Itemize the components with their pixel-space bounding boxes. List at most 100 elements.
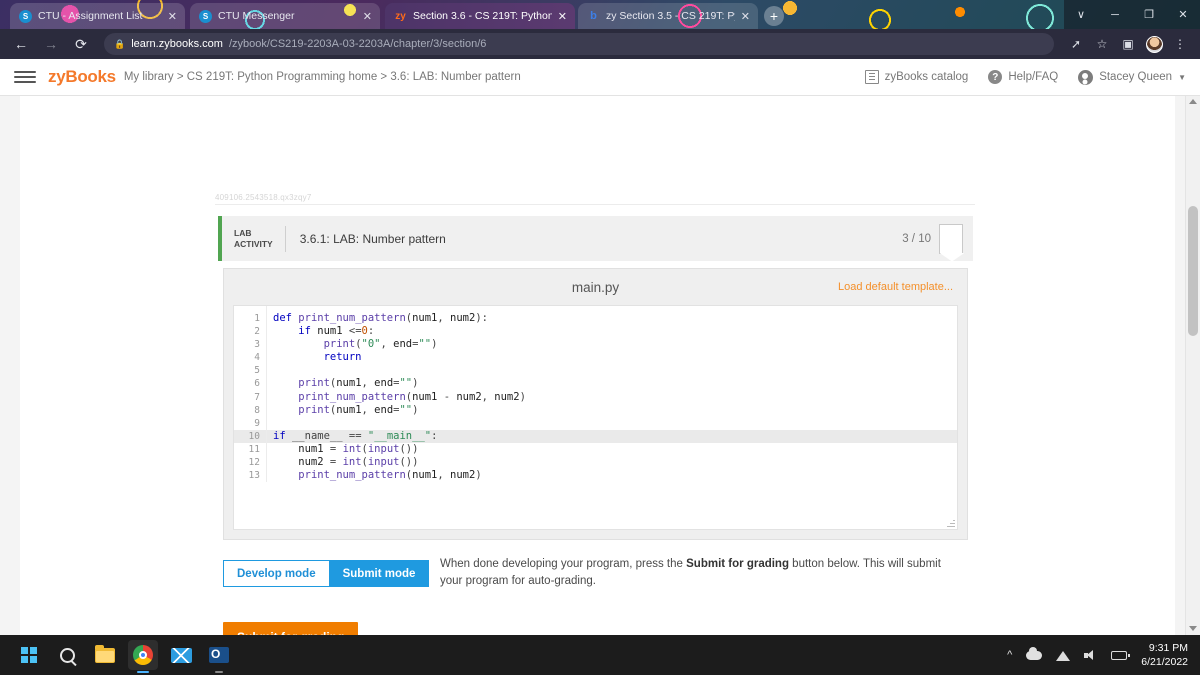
start-icon[interactable]: [14, 640, 44, 670]
line-number: 6: [254, 378, 260, 390]
zybooks-logo[interactable]: zyBooks: [48, 67, 116, 87]
wifi-icon[interactable]: [1056, 650, 1071, 661]
catalog-label: zyBooks catalog: [884, 71, 969, 83]
onedrive-icon[interactable]: [1026, 646, 1043, 660]
develop-mode-button[interactable]: Develop mode: [223, 560, 329, 587]
code-lines[interactable]: def print_num_pattern(num1, num2): if nu…: [267, 306, 957, 482]
scroll-down-arrow-icon[interactable]: [1189, 626, 1197, 631]
browser-tab-1[interactable]: S CTU Messenger ✕: [190, 3, 380, 29]
help-faq-link[interactable]: ? Help/FAQ: [988, 70, 1058, 84]
code-line[interactable]: print_num_pattern(num1, num2): [267, 469, 957, 482]
code-editor-panel: main.py Load default template... 1234567…: [223, 268, 968, 540]
page-viewport: zyBooks My library > CS 219T: Python Pro…: [0, 59, 1200, 635]
user-menu[interactable]: Stacey Queen ▼: [1078, 69, 1186, 85]
line-number: 8: [254, 404, 260, 416]
windows-taskbar: ^ 9:31 PM 6/21/2022: [0, 635, 1200, 675]
search-icon[interactable]: [52, 640, 82, 670]
mode-toggle-group: Develop mode Submit mode: [223, 560, 430, 587]
code-line[interactable]: num1 = int(input()): [267, 443, 957, 456]
minimize-icon[interactable]: ─: [1098, 0, 1132, 29]
user-avatar-icon: [1078, 69, 1094, 85]
sidebar-panel-icon[interactable]: ▣: [1116, 32, 1140, 56]
submit-for-grading-button[interactable]: Submit for grading: [223, 622, 359, 635]
lab-tag-line1: LAB: [234, 227, 252, 238]
browser-tab-3[interactable]: b zy Section 3.5 - CS 219T: Python ✕: [578, 3, 758, 29]
help-label: Help/FAQ: [1008, 71, 1059, 83]
line-number: 5: [254, 365, 260, 377]
battery-icon[interactable]: [1111, 650, 1130, 660]
new-tab-button[interactable]: +: [764, 6, 784, 26]
scroll-up-arrow-icon[interactable]: [1189, 99, 1197, 104]
page-content: 409106.2543518.qx3zqy7 LAB ACTIVITY 3.6.…: [0, 96, 1200, 635]
code-line[interactable]: return: [267, 351, 957, 364]
instruction-bold: Submit for grading: [686, 558, 789, 570]
code-line[interactable]: print_num_pattern(num1 - num2, num2): [267, 391, 957, 404]
line-number: 13: [248, 470, 260, 482]
back-icon[interactable]: ←: [8, 31, 34, 57]
forward-icon[interactable]: →: [38, 31, 64, 57]
volume-icon[interactable]: [1084, 649, 1097, 661]
line-number: 3: [254, 339, 260, 351]
close-tab-icon[interactable]: ✕: [558, 10, 567, 23]
address-bar[interactable]: 🔒 learn.zybooks.com/zybook/CS219-2203A-0…: [104, 33, 1054, 55]
url-path: /zybook/CS219-2203A-03-2203A/chapter/3/s…: [228, 38, 487, 50]
menu-hamburger-icon[interactable]: [14, 71, 36, 83]
tab-search-icon[interactable]: ∨: [1064, 0, 1098, 29]
code-line[interactable]: def print_num_pattern(num1, num2):: [267, 312, 957, 325]
code-line[interactable]: [267, 417, 957, 430]
editor-resize-handle[interactable]: [947, 519, 955, 527]
browser-tab-title: CTU Messenger: [218, 10, 295, 22]
code-line[interactable]: num2 = int(input()): [267, 456, 957, 469]
share-icon[interactable]: ➚: [1064, 32, 1088, 56]
submit-mode-button[interactable]: Submit mode: [328, 560, 430, 587]
reload-icon[interactable]: ⟳: [68, 31, 94, 57]
code-text-area[interactable]: 1 2 3 4 5 6 7 8 9 10 11 12 13 def print_num_pattern(…: [233, 305, 958, 530]
zybooks-favicon-icon: zy: [395, 10, 406, 22]
catalog-icon: [864, 70, 879, 84]
site-favicon-icon: S: [199, 9, 212, 23]
code-line[interactable]: if __name__ == "__main__":: [267, 429, 957, 443]
code-line[interactable]: if num1 <=0:: [267, 325, 957, 338]
lab-activity-tag: LAB ACTIVITY: [222, 228, 285, 249]
activity-score: 3 / 10: [902, 232, 931, 245]
site-lock-icon: 🔒: [114, 38, 126, 49]
zybooks-catalog-link[interactable]: zyBooks catalog: [864, 70, 969, 84]
browser-tab-0[interactable]: S CTU - Assignment List ✕: [10, 3, 185, 29]
mail-icon[interactable]: [166, 640, 196, 670]
scrollbar-thumb[interactable]: [1188, 206, 1198, 336]
browser-toolbar: ← → ⟳ 🔒 learn.zybooks.com/zybook/CS219-2…: [0, 29, 1200, 59]
outlook-icon[interactable]: [204, 640, 234, 670]
maximize-icon[interactable]: ❐: [1132, 0, 1166, 29]
line-number: 2: [254, 326, 260, 338]
profile-avatar[interactable]: [1142, 32, 1166, 56]
close-tab-icon[interactable]: ✕: [741, 10, 750, 23]
chrome-menu-icon[interactable]: ⋮: [1168, 32, 1192, 56]
close-window-icon[interactable]: ✕: [1166, 0, 1200, 29]
header-actions: zyBooks catalog ? Help/FAQ Stacey Queen …: [864, 69, 1186, 85]
taskbar-clock[interactable]: 9:31 PM 6/21/2022: [1141, 641, 1188, 669]
lab-tag-line2: ACTIVITY: [234, 238, 273, 249]
show-hidden-icons[interactable]: ^: [1007, 649, 1012, 661]
user-name: Stacey Queen: [1099, 71, 1173, 83]
section-divider: [215, 204, 975, 205]
chevron-down-icon: ▼: [1178, 72, 1186, 82]
question-mark-icon: ?: [988, 70, 1003, 84]
lab-activity-header: LAB ACTIVITY 3.6.1: LAB: Number pattern …: [218, 216, 973, 261]
code-line[interactable]: print(num1, end=""): [267, 404, 957, 417]
clock-date: 6/21/2022: [1141, 656, 1188, 668]
chrome-icon[interactable]: [128, 640, 158, 670]
url-host: learn.zybooks.com: [131, 38, 223, 50]
line-number: 9: [254, 417, 260, 429]
code-line[interactable]: print("0", end=""): [267, 338, 957, 351]
code-line[interactable]: [267, 364, 957, 377]
browser-tab-title: CTU - Assignment List: [38, 10, 143, 22]
page-scrollbar[interactable]: [1185, 96, 1200, 635]
browser-tab-2-active[interactable]: zy Section 3.6 - CS 219T: Python Pro ✕: [385, 3, 575, 29]
toolbar-icons: ➚ ☆ ▣ ⋮: [1064, 32, 1192, 56]
close-tab-icon[interactable]: ✕: [363, 10, 372, 23]
load-default-template-link[interactable]: Load default template...: [838, 281, 953, 293]
bookmark-star-icon[interactable]: ☆: [1090, 32, 1114, 56]
file-explorer-icon[interactable]: [90, 640, 120, 670]
close-tab-icon[interactable]: ✕: [168, 10, 177, 23]
code-line[interactable]: print(num1, end=""): [267, 377, 957, 390]
